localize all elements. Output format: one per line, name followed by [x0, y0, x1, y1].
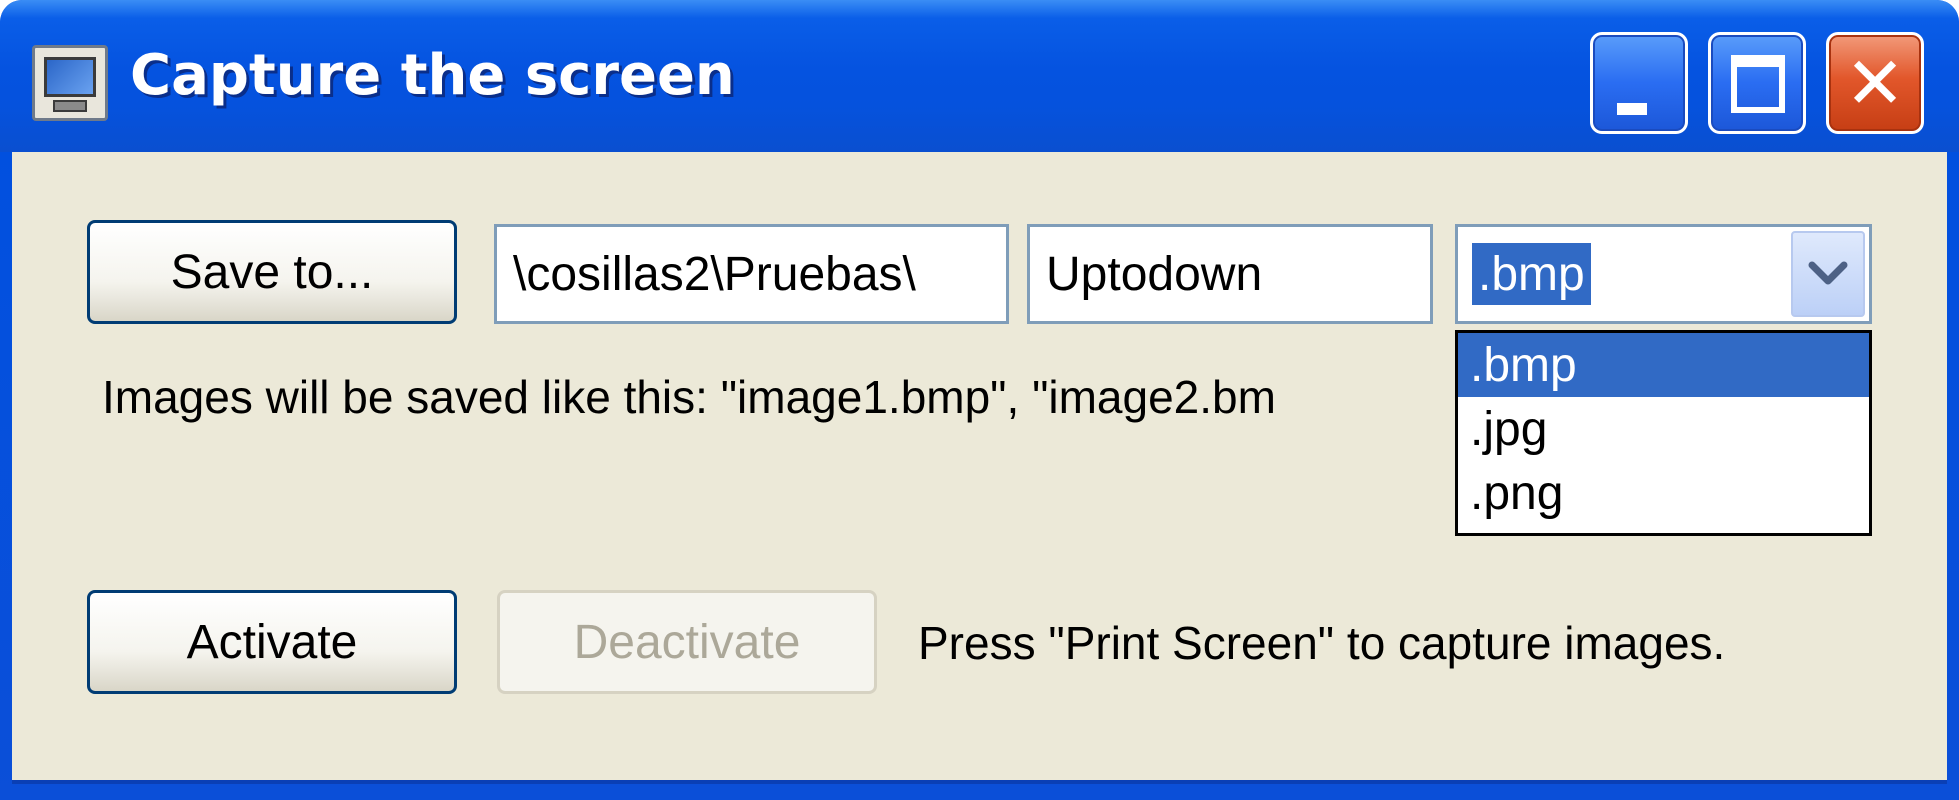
- client-area: Save to... \cosillas2\Pruebas\ Uptodown …: [12, 152, 1947, 784]
- format-option-png[interactable]: .png: [1458, 461, 1869, 525]
- minimize-icon: [1617, 103, 1647, 115]
- deactivate-button[interactable]: Deactivate: [497, 590, 877, 694]
- format-option-bmp[interactable]: .bmp: [1458, 333, 1869, 397]
- format-dropdown-list[interactable]: .bmp .jpg .png: [1455, 330, 1872, 536]
- format-select-value: .bmp: [1470, 241, 1593, 307]
- maximize-button[interactable]: [1708, 32, 1806, 134]
- format-option-jpg[interactable]: .jpg: [1458, 397, 1869, 461]
- monitor-stand: [53, 100, 87, 112]
- capture-hint-text: Press "Print Screen" to capture images.: [918, 617, 1726, 669]
- title-bar[interactable]: Capture the screen ✕: [0, 0, 1959, 152]
- chevron-down-icon: [1808, 261, 1848, 285]
- save-pattern-text: Images will be saved like this: "image1.…: [102, 371, 1276, 423]
- window-title: Capture the screen: [130, 43, 735, 108]
- save-to-button[interactable]: Save to...: [87, 220, 457, 324]
- activate-button[interactable]: Activate: [87, 590, 457, 694]
- minimize-button[interactable]: [1590, 32, 1688, 134]
- monitor-screen: [44, 57, 96, 97]
- maximize-icon: [1731, 55, 1785, 113]
- path-input[interactable]: \cosillas2\Pruebas\: [494, 224, 1009, 324]
- capture-window: Capture the screen ✕ Save to... \cosilla…: [0, 0, 1959, 800]
- format-select[interactable]: .bmp: [1455, 224, 1872, 324]
- filename-input[interactable]: Uptodown: [1027, 224, 1433, 324]
- close-icon: ✕: [1844, 41, 1906, 125]
- monitor-icon[interactable]: [32, 45, 108, 121]
- close-button[interactable]: ✕: [1826, 32, 1924, 134]
- dropdown-arrow-button[interactable]: [1791, 231, 1865, 317]
